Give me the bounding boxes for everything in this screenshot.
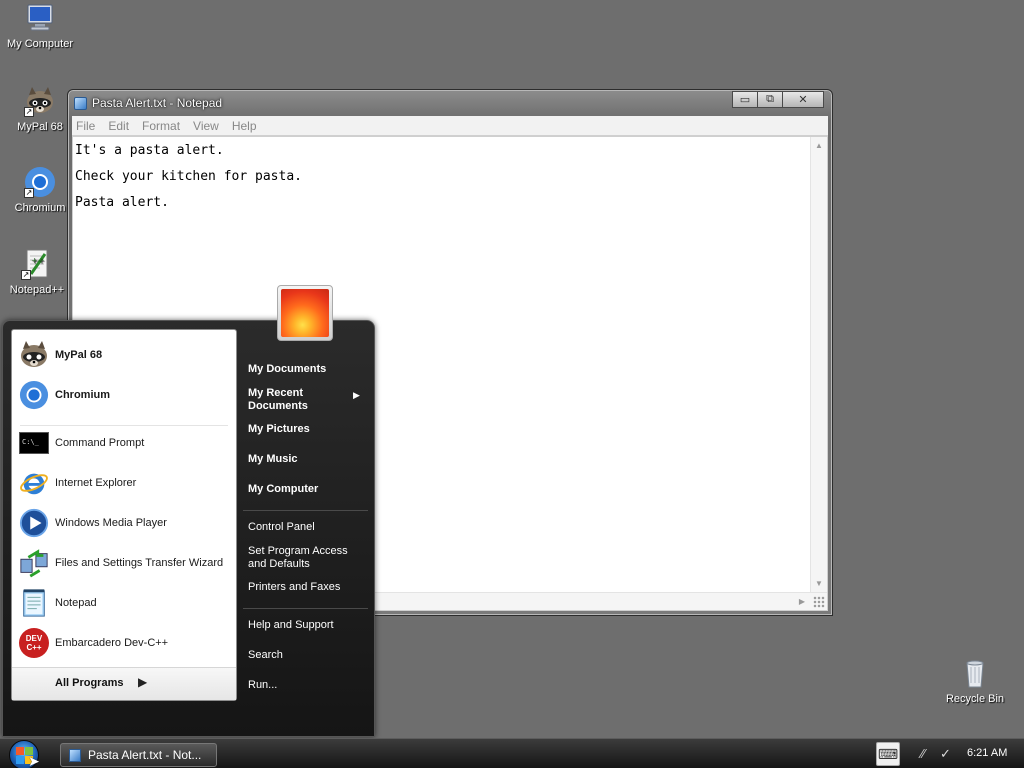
start-item-internet-explorer[interactable]: Internet Explorer [18,465,136,501]
windows-logo-icon [16,756,24,764]
resize-grip-icon[interactable] [813,596,825,608]
all-programs-label: All Programs [55,677,124,689]
desktop-icon-notepad-plus-plus[interactable]: ++ ↗ Notepad++ [0,248,77,296]
close-button[interactable]: ✕ [782,91,824,108]
link-label-line: Documents [248,400,308,412]
scroll-right-icon[interactable]: ▶ [799,597,805,606]
desktop-icon-label: Recycle Bin [945,693,1005,705]
start-link-my-documents[interactable]: My Documents [248,363,326,376]
menu-help[interactable]: Help [232,119,257,133]
mouse-cursor-icon: ➤ [28,753,40,768]
maximize-button[interactable]: ⧉ [757,91,783,108]
network-icon[interactable]: ⁄⁄ [921,746,925,761]
desktop-icon-my-computer[interactable]: My Computer [0,2,80,50]
wmp-icon [18,507,50,539]
scroll-down-icon[interactable]: ▼ [815,579,823,588]
windows-logo-icon [16,747,24,755]
start-item-label: Windows Media Player [55,517,167,529]
desktop-icon-label: Notepad++ [9,284,65,296]
svg-text:++: ++ [31,256,44,265]
clock[interactable]: 6:21 AM [967,747,1007,759]
taskbar: Pasta Alert.txt - Not... ⌨ ⁄⁄ ✓ 6:21 AM [0,738,1024,768]
menu-file[interactable]: File [76,119,95,133]
scroll-up-icon[interactable]: ▲ [815,141,823,150]
start-item-devcpp[interactable]: DEV C++ Embarcadero Dev-C++ [18,625,168,661]
link-label-line: My Recent [248,387,304,399]
window-controls: ▭ ⧉ ✕ [732,91,824,108]
editor-line: Check your kitchen for pasta. [75,169,302,184]
start-link-run[interactable]: Run... [248,679,277,692]
link-label-line: Set Program Access [248,545,348,557]
start-item-label: Chromium [55,389,110,401]
submenu-arrow-icon: ▶ [353,390,360,400]
window-title: Pasta Alert.txt - Notepad [92,96,223,110]
menu-bar: File Edit Format View Help [72,116,828,136]
menu-edit[interactable]: Edit [108,119,129,133]
raccoon-icon [18,339,50,371]
start-link-help-and-support[interactable]: Help and Support [248,619,334,632]
divider [243,510,368,511]
start-item-windows-media-player[interactable]: Windows Media Player [18,505,167,541]
editor-content[interactable]: It's a pasta alert. Check your kitchen f… [75,138,302,216]
start-item-label: Internet Explorer [55,477,137,489]
cmd-icon: C:\_ [18,427,50,459]
computer-icon [24,2,56,34]
taskbar-button-label: Pasta Alert.txt - Not... [88,748,202,762]
ie-icon [18,467,50,499]
start-item-label: Notepad [55,597,97,609]
taskbar-button-notepad[interactable]: Pasta Alert.txt - Not... [60,743,217,767]
start-item-label: MyPal 68 [55,349,103,361]
divider [243,608,368,609]
notepad-plus-plus-icon: ++ ↗ [21,248,53,280]
start-link-control-panel[interactable]: Control Panel [248,521,315,534]
start-item-notepad[interactable]: Notepad [18,585,97,621]
start-item-label: Command Prompt [55,437,145,449]
shortcut-arrow-icon: ↗ [21,270,31,280]
notepad-icon [18,587,50,619]
start-link-my-music[interactable]: My Music [248,453,298,466]
start-item-label: Files and Settings Transfer Wizard [55,557,224,569]
menu-view[interactable]: View [193,119,219,133]
editor-line: Pasta alert. [75,195,169,210]
start-item-command-prompt[interactable]: C:\_ Command Prompt [18,425,144,461]
start-link-my-recent-documents[interactable]: My Recent Documents [248,387,308,413]
notepad-icon [74,97,87,110]
devcpp-icon: DEV C++ [18,627,50,659]
editor-line: It's a pasta alert. [75,143,224,158]
start-link-printers-and-faxes[interactable]: Printers and Faxes [248,581,340,594]
volume-icon[interactable]: ✓ [940,746,951,762]
raccoon-icon: ↗ [24,85,56,117]
minimize-button[interactable]: ▭ [732,91,758,108]
menu-format[interactable]: Format [142,119,180,133]
shortcut-arrow-icon: ↗ [24,107,34,117]
vertical-scrollbar[interactable]: ▲ ▼ [810,137,827,592]
start-menu: MyPal 68 Chromium C:\_ Command Prompt In… [2,320,375,737]
desktop-icon-recycle-bin[interactable]: Recycle Bin [935,657,1015,705]
start-link-my-pictures[interactable]: My Pictures [248,423,310,436]
start-item-chromium[interactable]: Chromium [18,377,110,413]
start-menu-programs-pane: MyPal 68 Chromium C:\_ Command Prompt In… [11,329,237,701]
desktop-icon-label: My Computer [6,38,74,50]
all-programs-button[interactable]: All Programs ▶ [12,667,236,700]
transfer-icon [18,547,50,579]
chromium-icon [18,379,50,411]
start-item-transfer-wizard[interactable]: Files and Settings Transfer Wizard [18,545,223,581]
user-picture[interactable] [277,285,333,341]
window-titlebar[interactable]: Pasta Alert.txt - Notepad ▭ ⧉ ✕ [68,90,832,116]
chromium-icon: ↗ [24,166,56,198]
flower-avatar-icon [281,289,329,337]
link-label-line: and Defaults [248,558,310,570]
start-item-label: Embarcadero Dev-C++ [55,637,169,649]
start-link-set-program-access[interactable]: Set Program Access and Defaults [248,545,348,571]
notepad-icon [69,748,81,762]
start-link-my-computer[interactable]: My Computer [248,483,318,496]
keyboard-icon[interactable]: ⌨ [876,742,900,766]
start-item-mypal[interactable]: MyPal 68 [18,337,102,373]
shortcut-arrow-icon: ↗ [24,188,34,198]
recycle-bin-icon [959,657,991,689]
chevron-right-icon: ▶ [138,675,148,689]
start-link-search[interactable]: Search [248,649,283,662]
